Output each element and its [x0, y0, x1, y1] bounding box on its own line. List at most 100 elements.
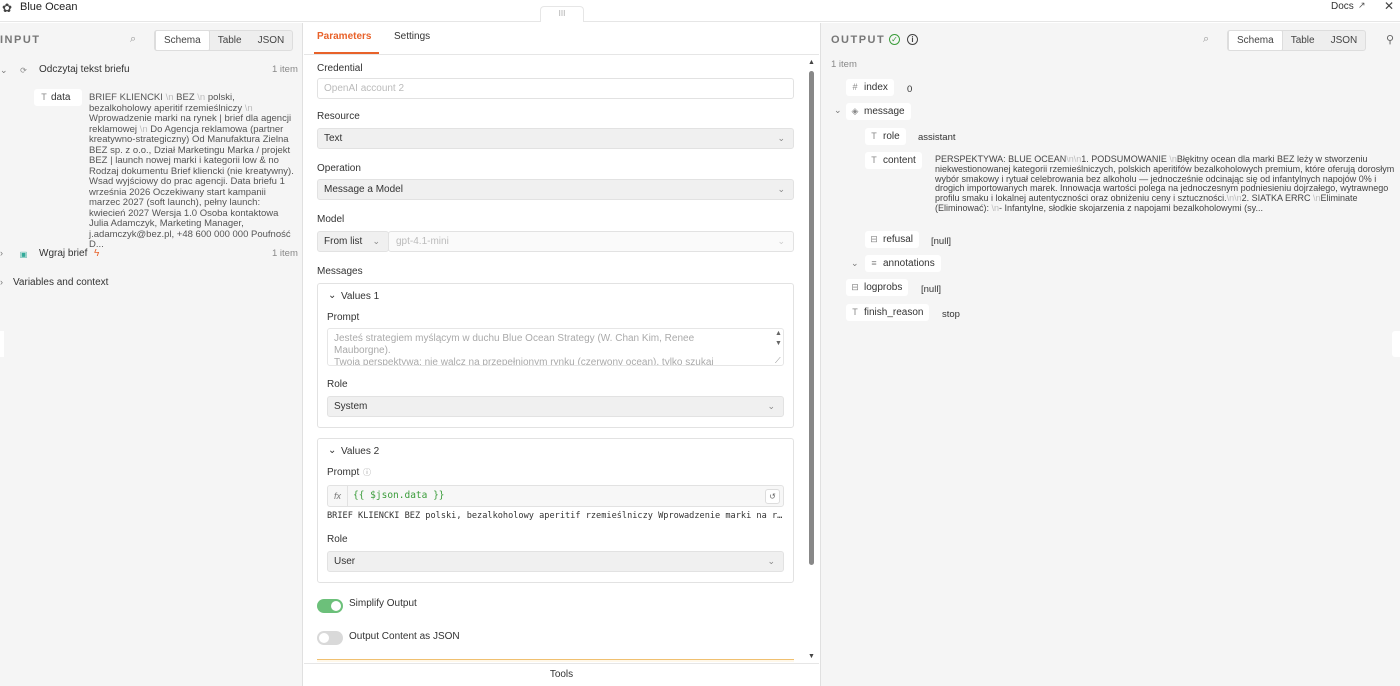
resource-label: Resource — [317, 111, 360, 122]
system-prompt-textarea[interactable]: Jesteś strategiem myślącym w duchu Blue … — [327, 328, 784, 366]
node-upload-brief[interactable]: Wgraj brief — [39, 248, 87, 259]
top-bar: ✿ Blue Ocean Docs ↗ ✕ — [0, 0, 1400, 22]
tools-bar[interactable]: Tools — [304, 663, 819, 686]
scrollbar-thumb — [809, 71, 814, 565]
tab-json[interactable]: JSON — [250, 31, 293, 50]
text-type-icon: T — [852, 307, 858, 317]
field-message: ◈ message — [846, 103, 911, 120]
prompt-label: Prompt — [327, 312, 360, 323]
role-label: Role — [327, 379, 348, 390]
model-mode-select[interactable]: From list ⌄ — [317, 231, 389, 252]
scroll-down-icon[interactable]: ▼ — [775, 340, 782, 347]
output-json-label: Output Content as JSON — [349, 631, 460, 642]
scroll-up-icon[interactable]: ▲ — [775, 330, 782, 337]
search-icon[interactable]: ⌕ — [130, 33, 136, 46]
lightning-icon: ϟ — [94, 248, 100, 259]
data-value: BRIEF KLIENCKI \n BEZ \n polski, bezalko… — [89, 92, 294, 250]
chevron-right-icon[interactable]: › — [0, 248, 3, 258]
node-read-brief[interactable]: Odczytaj tekst briefu — [39, 64, 130, 75]
parameters-panel: Parameters Settings Credential OpenAI ac… — [304, 23, 819, 686]
field-annotations: ≡ annotations — [865, 255, 941, 272]
logprobs-value: [null] — [921, 284, 942, 295]
null-type-icon: ⊟ — [870, 234, 878, 244]
role-value: assistant — [918, 132, 956, 143]
chevron-down-icon[interactable]: ⌄ — [328, 290, 336, 301]
tab-schema[interactable]: Schema — [1228, 30, 1283, 51]
array-type-icon: ≡ — [871, 258, 877, 268]
resize-handle-icon[interactable]: ⟋ — [775, 356, 781, 366]
role-select-user[interactable]: User ⌄ — [327, 551, 784, 572]
fx-icon: fx — [328, 486, 348, 506]
chevron-right-icon[interactable]: › — [0, 277, 3, 287]
input-label: INPUT — [0, 34, 41, 46]
docs-link[interactable]: Docs — [1331, 0, 1354, 13]
field-refusal: ⊟ refusal — [865, 231, 920, 248]
tab-settings[interactable]: Settings — [394, 31, 430, 42]
scrollbar[interactable]: ▲ ▼ — [808, 59, 815, 663]
input-view-switch: Schema Table JSON — [154, 30, 294, 51]
operation-select[interactable]: Message a Model ⌄ — [317, 179, 794, 200]
model-select[interactable]: gpt-4.1-mini ⌄ — [388, 231, 794, 252]
chevron-down-icon: ⌄ — [767, 401, 775, 411]
field-data: Tdata — [34, 89, 82, 106]
drag-handle[interactable]: III — [540, 6, 584, 22]
chevron-down-icon[interactable]: ⌄ — [851, 258, 859, 269]
panel-edge — [0, 331, 4, 357]
tab-json[interactable]: JSON — [1323, 31, 1366, 50]
field-content: Tcontent — [865, 152, 922, 169]
simplify-output-toggle[interactable] — [317, 599, 343, 613]
number-type-icon: # — [852, 82, 858, 92]
text-type-icon: T — [41, 92, 47, 102]
search-icon[interactable]: ⌕ — [1203, 33, 1209, 46]
external-link-icon[interactable]: ↗ — [1358, 0, 1366, 11]
tab-schema[interactable]: Schema — [155, 30, 210, 51]
chevron-down-icon: ⌄ — [777, 236, 785, 246]
prompt-label: Prompt — [327, 467, 360, 478]
active-tab-indicator — [314, 52, 379, 54]
chevron-down-icon: ⌄ — [767, 556, 775, 566]
null-type-icon: ⊟ — [851, 282, 859, 292]
scroll-up-icon: ▲ — [808, 59, 815, 66]
chevron-down-icon[interactable]: ⌄ — [328, 445, 336, 456]
panel-edge — [1392, 331, 1400, 357]
item-count: 1 item — [272, 64, 298, 75]
user-prompt-expression[interactable]: fx {{ $json.data }} ↺ — [327, 485, 784, 507]
item-count: 1 item — [272, 248, 298, 259]
variables-and-context[interactable]: Variables and context — [13, 277, 108, 288]
chevron-down-icon: ⌄ — [777, 184, 785, 194]
model-label: Model — [317, 214, 345, 225]
chevron-down-icon: ⌄ — [372, 236, 380, 246]
output-item-count: 1 item — [831, 59, 857, 70]
resource-select[interactable]: Text ⌄ — [317, 128, 794, 149]
help-icon[interactable]: ⓘ — [363, 467, 371, 478]
output-panel: OUTPUT ✓ i ⌕ Schema Table JSON ⚲ 1 item — [820, 23, 1400, 686]
refusal-value: [null] — [931, 236, 952, 247]
values-2-title: Values 2 — [341, 446, 380, 457]
tab-parameters[interactable]: Parameters — [317, 31, 371, 42]
field-logprobs: ⊟ logprobs — [846, 279, 909, 296]
field-finish-reason: Tfinish_reason — [846, 304, 930, 321]
success-check-icon: ✓ — [889, 34, 900, 45]
chevron-down-icon[interactable]: ⌄ — [834, 105, 842, 116]
info-icon[interactable]: i — [907, 34, 918, 45]
scroll-down-icon: ▼ — [808, 653, 815, 660]
credential-select[interactable]: OpenAI account 2 — [317, 78, 794, 99]
notice-edge — [317, 659, 794, 662]
role-select-system[interactable]: System ⌄ — [327, 396, 784, 417]
upload-icon: ▣ — [19, 250, 28, 259]
values-1-title: Values 1 — [341, 291, 380, 302]
values-2-group: ⌄ Values 2 Prompt ⓘ fx {{ $json.data }} … — [317, 438, 794, 583]
values-1-group: ⌄ Values 1 Prompt Jesteś strategiem myśl… — [317, 283, 794, 428]
field-index: # index — [846, 79, 894, 96]
tab-table[interactable]: Table — [210, 31, 250, 50]
messages-label: Messages — [317, 266, 363, 277]
reset-icon[interactable]: ↺ — [765, 489, 780, 504]
close-icon[interactable]: ✕ — [1384, 0, 1394, 12]
field-role: Trole — [865, 128, 906, 145]
tab-table[interactable]: Table — [1283, 31, 1323, 50]
chevron-down-icon: ⌄ — [777, 133, 785, 143]
output-json-toggle[interactable] — [317, 631, 343, 645]
content-value: PERSPEKTYWA: BLUE OCEAN\n\n1. PODSUMOWAN… — [935, 154, 1395, 213]
pin-icon[interactable]: ⚲ — [1386, 33, 1394, 46]
chevron-down-icon[interactable]: ⌄ — [0, 65, 8, 76]
